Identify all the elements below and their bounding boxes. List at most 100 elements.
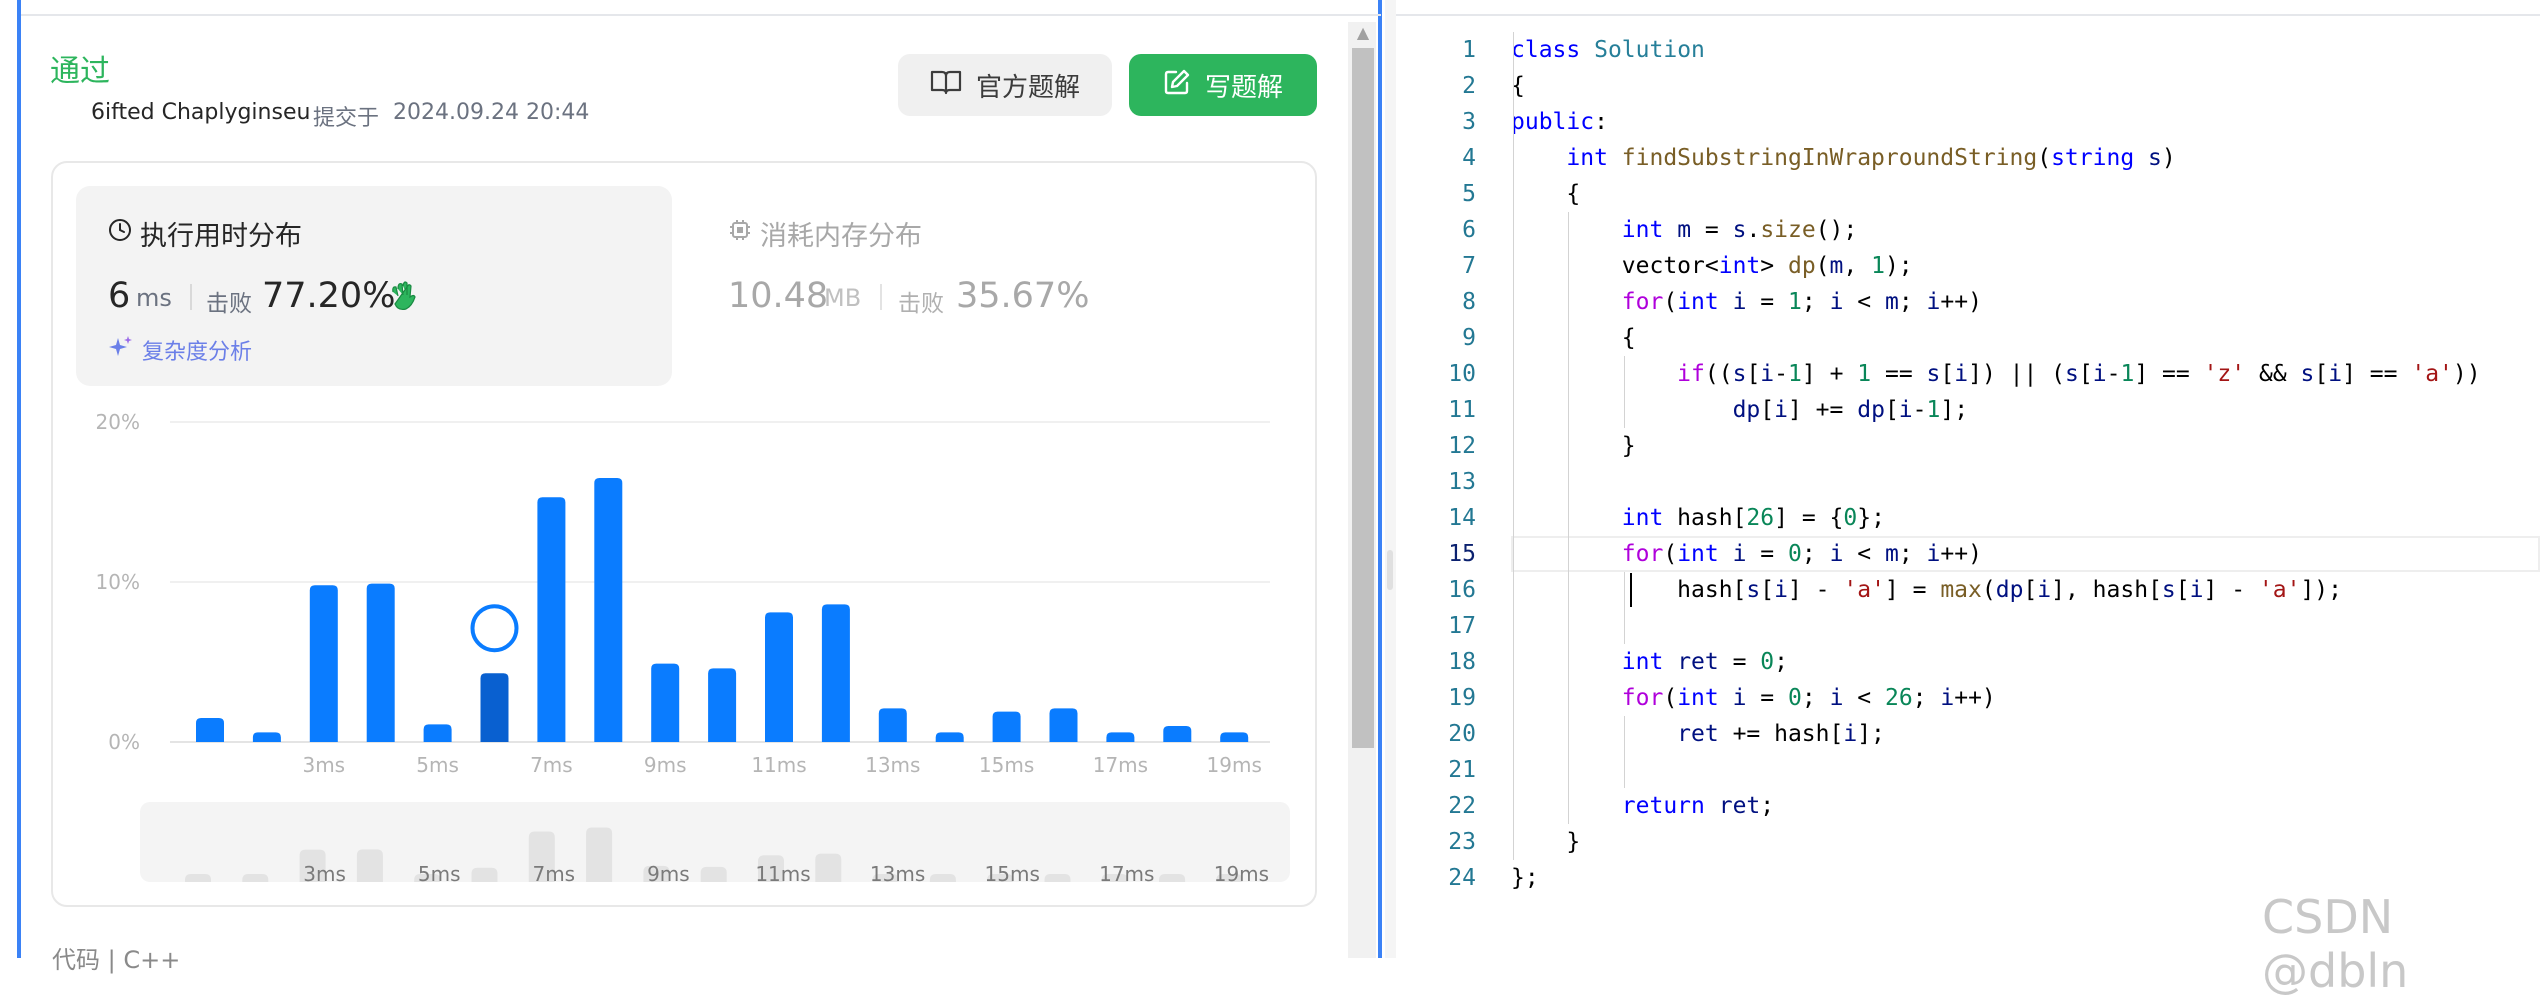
runtime-beat-label: 击败 — [206, 291, 252, 317]
chart-bar — [196, 718, 224, 742]
runtime-title: 执行用时分布 — [108, 214, 302, 253]
official-solution-button[interactable]: 官方题解 — [898, 54, 1112, 116]
mini-chart-bar — [242, 874, 269, 882]
chart-bar — [878, 708, 907, 742]
distribution-range-slider[interactable]: 3ms 5ms 7ms 9ms 11ms 13ms 15ms 17ms 19ms — [138, 800, 1292, 890]
line-number: 21 — [1448, 757, 1476, 783]
submitted-time: 2024.09.24 20:44 — [393, 100, 590, 125]
line-number: 19 — [1448, 685, 1476, 711]
line-number: 18 — [1448, 649, 1476, 675]
code-line[interactable]: 5 { — [1396, 176, 2540, 212]
scroll-up-icon[interactable]: ▲ — [1354, 24, 1372, 42]
x-tick-label: 3ms — [302, 753, 345, 777]
mini-chart-label: 9ms — [647, 862, 690, 886]
current-submission-marker — [470, 604, 519, 653]
author-name[interactable]: 6ifted Chaplyginseu — [91, 100, 310, 125]
clap-icon — [388, 278, 418, 312]
code-text[interactable]: int ret = 0; — [1511, 644, 1788, 680]
line-number: 16 — [1448, 577, 1476, 603]
mini-chart-label: 5ms — [418, 862, 461, 886]
chip-icon — [728, 218, 752, 249]
mini-chart-bar — [356, 849, 383, 882]
line-number: 13 — [1448, 469, 1476, 495]
indent-guide — [1623, 572, 1625, 644]
chart-bar — [423, 724, 452, 742]
runtime-separator — [190, 284, 192, 310]
code-text[interactable]: }; — [1511, 860, 1539, 896]
chart-bar — [1049, 708, 1078, 742]
panel-resize-divider[interactable] — [1385, 0, 1396, 958]
code-text[interactable]: dp[i] += dp[i-1]; — [1511, 392, 1969, 428]
code-text[interactable]: hash[s[i] - 'a'] = max(dp[i], hash[s[i] … — [1511, 572, 2342, 608]
book-icon — [930, 69, 962, 102]
complexity-analysis-link[interactable]: 复杂度分析 — [108, 334, 252, 366]
y-tick-label: 20% — [96, 410, 140, 434]
x-tick-label: 15ms — [979, 753, 1034, 777]
chart-bar — [708, 668, 737, 742]
memory-separator — [880, 284, 882, 310]
code-text[interactable]: vector<int> dp(m, 1); — [1511, 248, 1913, 284]
chart-bar — [366, 583, 395, 742]
code-text[interactable]: } — [1511, 824, 1580, 860]
official-solution-label: 官方题解 — [975, 72, 1080, 103]
indent-guide — [1623, 356, 1625, 428]
code-text[interactable]: { — [1511, 176, 1580, 212]
panel-top-divider — [21, 14, 1381, 16]
code-line[interactable]: 23 } — [1396, 824, 2540, 860]
code-text[interactable]: int hash[26] = {0}; — [1511, 500, 1885, 536]
memory-beat-percent: 35.67% — [956, 276, 1090, 316]
y-tick-label: 0% — [108, 730, 140, 754]
status-label: 通过 — [50, 54, 110, 89]
indent-guide — [1513, 32, 1514, 860]
memory-unit: MB — [824, 284, 862, 312]
x-tick-label: 19ms — [1207, 753, 1262, 777]
drag-handle-icon[interactable] — [1387, 550, 1393, 590]
code-text[interactable]: int m = s.size(); — [1511, 212, 1857, 248]
code-text[interactable]: { — [1511, 320, 1636, 356]
code-line[interactable]: 4 int findSubstringInWraproundString(str… — [1396, 140, 2540, 176]
chart-bar — [992, 711, 1021, 742]
code-text[interactable]: int findSubstringInWraproundString(strin… — [1511, 140, 2175, 176]
code-text[interactable]: for(int i = 1; i < m; i++) — [1511, 284, 1982, 320]
line-number: 10 — [1448, 361, 1476, 387]
code-text[interactable]: class Solution — [1511, 32, 1705, 68]
chart-bar — [252, 732, 281, 742]
code-line[interactable]: 1 class Solution — [1396, 32, 2540, 68]
complexity-analysis-label: 复杂度分析 — [142, 340, 253, 365]
code-text[interactable]: for(int i = 0; i < 26; i++) — [1511, 680, 1996, 716]
code-editor[interactable]: 1 class Solution 2{3 public: 4 int findSubst… — [1396, 0, 2540, 958]
code-text[interactable]: return ret; — [1511, 788, 1774, 824]
code-text[interactable]: public: — [1511, 104, 1608, 140]
mini-chart-bar — [815, 853, 842, 882]
write-solution-button[interactable]: 写题解 — [1129, 54, 1317, 116]
sparkle-icon — [108, 334, 134, 366]
scrollbar-thumb[interactable] — [1352, 48, 1374, 748]
code-text[interactable]: if((s[i-1] + 1 == s[i]) || (s[i-1] == 'z… — [1511, 356, 2480, 392]
mini-chart-label: 11ms — [755, 862, 810, 886]
watermark: CSDN @dbln — [2262, 890, 2409, 998]
x-tick-label: 17ms — [1093, 753, 1148, 777]
code-text[interactable]: for(int i = 0; i < m; i++) — [1511, 536, 1982, 572]
line-number: 11 — [1448, 397, 1476, 423]
line-number: 1 — [1462, 37, 1476, 63]
line-number: 9 — [1462, 325, 1476, 351]
chart-bar — [821, 604, 850, 742]
code-text[interactable]: } — [1511, 428, 1636, 464]
line-number: 17 — [1448, 613, 1476, 639]
memory-value: 10.48 — [728, 276, 829, 316]
runtime-unit: ms — [136, 284, 172, 312]
line-number: 6 — [1462, 217, 1476, 243]
x-tick-label: 13ms — [865, 753, 920, 777]
runtime-distribution-chart[interactable]: 0% 10% 20% 3ms 5ms 7ms 9ms 11ms 13ms 15ms 17ms 19ms — [60, 400, 1280, 790]
line-number: 15 — [1448, 541, 1476, 567]
indent-guide — [1568, 212, 1570, 824]
line-number: 14 — [1448, 505, 1476, 531]
chart-bar — [935, 732, 964, 742]
memory-title[interactable]: 消耗内存分布 — [728, 214, 922, 253]
mini-chart-bar — [1044, 874, 1071, 882]
indent-guide — [1623, 716, 1625, 788]
code-text[interactable]: ret += hash[i]; — [1511, 716, 1885, 752]
code-line[interactable]: 2{ — [1396, 68, 2540, 104]
line-number: 8 — [1462, 289, 1476, 315]
code-line[interactable]: 3 public: — [1396, 104, 2540, 140]
